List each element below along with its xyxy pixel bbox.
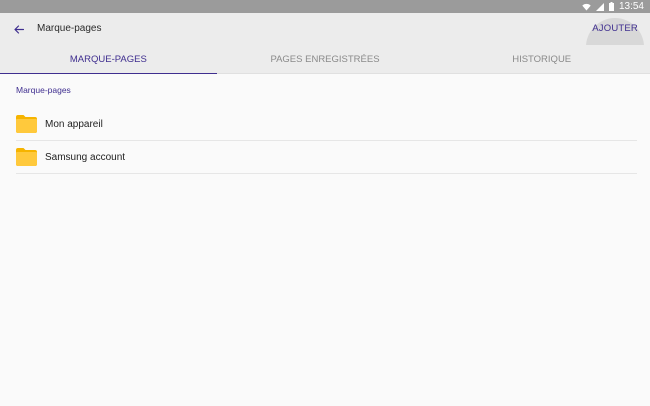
folder-item-my-device[interactable]: Mon appareil	[16, 108, 637, 141]
arrow-left-icon	[14, 24, 24, 34]
add-bookmark-button[interactable]: AJOUTER	[592, 13, 638, 45]
bookmarks-content: Marque-pages Mon appareil Samsung accoun…	[0, 74, 650, 406]
folder-list: Mon appareil Samsung account	[16, 108, 637, 174]
section-label: Marque-pages	[16, 85, 71, 95]
tab-bookmarks[interactable]: MARQUE-PAGES	[0, 45, 217, 75]
tab-saved-pages[interactable]: PAGES ENREGISTRÉES	[217, 45, 434, 74]
page-title: Marque-pages	[37, 23, 102, 34]
back-button[interactable]	[9, 19, 29, 39]
folder-item-samsung-account[interactable]: Samsung account	[16, 141, 637, 174]
folder-label: Mon appareil	[45, 118, 103, 130]
folder-icon	[16, 115, 37, 133]
tab-bar: MARQUE-PAGES PAGES ENREGISTRÉES HISTORIQ…	[0, 45, 650, 75]
status-time: 13:54	[618, 1, 644, 12]
status-bar: 13:54	[0, 0, 650, 13]
folder-icon	[16, 148, 37, 166]
tab-history[interactable]: HISTORIQUE	[433, 45, 650, 74]
folder-label: Samsung account	[45, 151, 126, 163]
app-bar: Marque-pages AJOUTER	[0, 13, 650, 76]
